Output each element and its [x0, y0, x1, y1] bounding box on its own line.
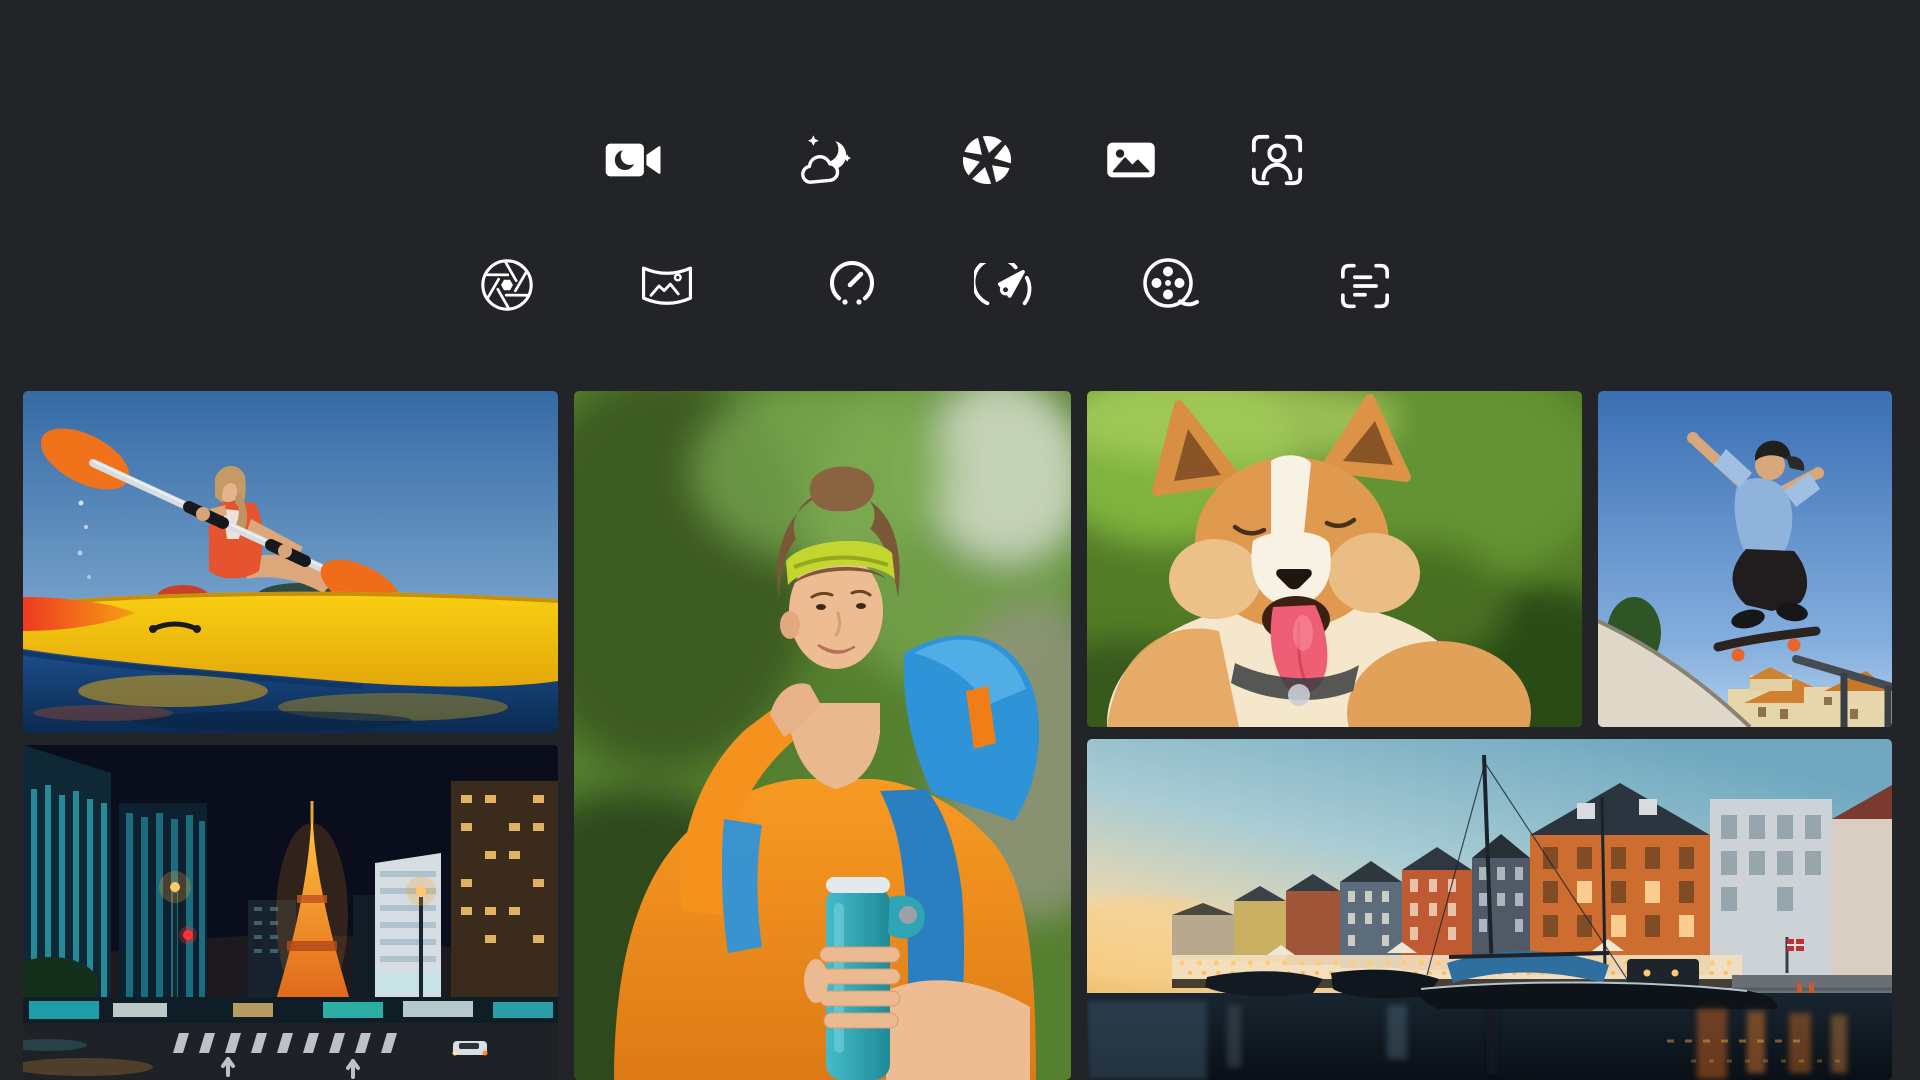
photo-icon[interactable]	[1104, 139, 1158, 181]
aperture-outline-icon-glyph	[478, 256, 536, 314]
exposure-dial-icon-glyph	[826, 259, 878, 311]
aperture-icon-glyph	[961, 134, 1013, 186]
photo-skateboarder-art	[1598, 391, 1892, 727]
portrait-scan-icon-glyph	[1250, 133, 1304, 187]
photo-skateboarder[interactable]	[1598, 391, 1892, 727]
film-reel-icon[interactable]	[1140, 255, 1200, 315]
photo-hiker-art	[574, 391, 1071, 1080]
speedometer-icon[interactable]	[974, 263, 1038, 309]
night-video-icon[interactable]	[603, 138, 663, 182]
night-scene-icon-glyph	[792, 132, 854, 188]
aperture-icon[interactable]	[961, 134, 1013, 186]
night-video-icon-glyph	[603, 138, 663, 182]
photo-hiker-portrait[interactable]	[574, 391, 1071, 1080]
photo-corgi-art	[1087, 391, 1582, 727]
photo-tokyo-night-street[interactable]	[23, 745, 558, 1080]
speedometer-icon-glyph	[974, 263, 1038, 309]
photo-kayaking-art	[23, 391, 558, 733]
photo-icon-glyph	[1104, 139, 1158, 181]
photo-nyhavn-harbor[interactable]	[1087, 739, 1892, 1080]
photo-nyhavn-art	[1087, 739, 1892, 1080]
photo-tokyo-art	[23, 745, 558, 1080]
portrait-scan-icon[interactable]	[1250, 133, 1304, 187]
night-scene-icon[interactable]	[792, 132, 854, 188]
panorama-icon[interactable]	[637, 260, 697, 310]
photo-kayaking[interactable]	[23, 391, 558, 733]
photo-corgi[interactable]	[1087, 391, 1582, 727]
exposure-dial-icon[interactable]	[826, 259, 878, 311]
panorama-icon-glyph	[637, 260, 697, 310]
aperture-outline-icon[interactable]	[478, 256, 536, 314]
scan-text-icon-glyph	[1339, 262, 1391, 310]
film-reel-icon-glyph	[1140, 255, 1200, 315]
scan-text-icon[interactable]	[1339, 262, 1391, 310]
